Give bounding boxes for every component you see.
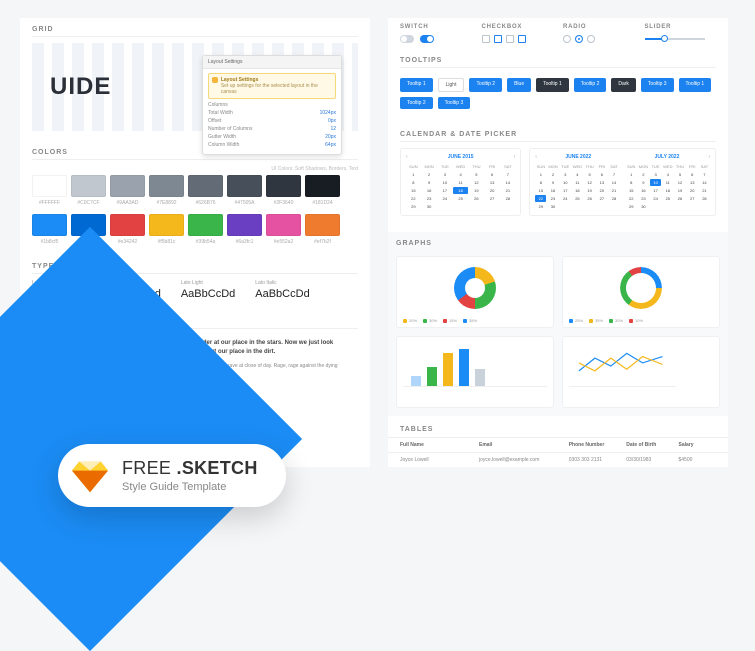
table-cell: joyce.lowell@example.com bbox=[479, 457, 565, 463]
calendar-range[interactable]: ‹JUNE 2022SUNMONTUEWEDTHUFRISAT123456789… bbox=[529, 148, 716, 216]
color-swatch[interactable]: #FFFFFF bbox=[32, 175, 67, 206]
table-header: Email bbox=[479, 442, 565, 448]
bar bbox=[475, 369, 485, 386]
tooltip: Blue bbox=[507, 78, 531, 92]
warning-icon bbox=[212, 77, 218, 83]
color-swatch[interactable]: #2F3640 bbox=[266, 175, 301, 206]
tooltip: Tooltip 2 bbox=[400, 97, 433, 109]
hero-brand: UIDE bbox=[50, 73, 111, 101]
color-swatch[interactable]: #47505A bbox=[227, 175, 262, 206]
panel-header: Layout Settings bbox=[203, 56, 341, 69]
table-header: Date of Birth bbox=[626, 442, 674, 448]
color-swatch[interactable]: #f5b81c bbox=[149, 214, 184, 245]
switch-title: SWITCH bbox=[400, 24, 472, 30]
layout-settings-panel: Layout Settings Layout Settings Set up s… bbox=[202, 55, 342, 155]
slider[interactable] bbox=[645, 35, 717, 43]
cta-pill[interactable]: FREE .SKETCH Style Guide Template bbox=[58, 444, 286, 507]
color-swatch[interactable]: #9AA3AD bbox=[110, 175, 145, 206]
cta-banner: FREE .SKETCH Style Guide Template bbox=[0, 409, 420, 529]
radio[interactable] bbox=[575, 35, 583, 43]
cta-line1: FREE .SKETCH bbox=[122, 458, 258, 479]
radio[interactable] bbox=[587, 35, 595, 43]
tooltip: Tooltip 2 bbox=[574, 78, 607, 92]
table-header: Salary bbox=[679, 442, 717, 448]
color-swatch[interactable]: #ef7b2f bbox=[305, 214, 340, 245]
checkbox[interactable] bbox=[518, 35, 526, 43]
chevron-right-icon[interactable]: › bbox=[514, 154, 516, 160]
bar-chart bbox=[396, 336, 554, 408]
color-swatch[interactable]: #626B76 bbox=[188, 175, 223, 206]
table-cell: $4500 bbox=[679, 457, 717, 463]
calendar-single[interactable]: ‹JUNE 2015› SUNMONTUEWEDTHUFRISAT1234567… bbox=[400, 148, 521, 216]
calendar-title: CALENDAR & DATE PICKER bbox=[400, 131, 716, 142]
color-swatch[interactable]: #e34242 bbox=[110, 214, 145, 245]
color-swatch[interactable]: #1b8cf5 bbox=[32, 214, 67, 245]
warning-banner: Layout Settings Set up settings for the … bbox=[208, 73, 336, 99]
slider-title: SLIDER bbox=[645, 24, 717, 30]
table-cell: 0303 303 2131 bbox=[569, 457, 623, 463]
tooltip: Tooltip 1 bbox=[400, 78, 433, 92]
line-chart bbox=[562, 336, 720, 408]
tooltip: Tooltip 3 bbox=[438, 97, 471, 109]
tooltip: Tooltip 2 bbox=[469, 78, 502, 92]
chevron-left-icon[interactable]: ‹ bbox=[406, 154, 408, 160]
bar bbox=[427, 367, 437, 387]
graphs-title: GRAPHS bbox=[396, 240, 720, 250]
grid-section-title: GRID bbox=[32, 26, 358, 37]
color-swatch[interactable]: #181D24 bbox=[305, 175, 340, 206]
switch-on[interactable] bbox=[420, 35, 434, 43]
color-swatch[interactable]: #7E8892 bbox=[149, 175, 184, 206]
color-swatch[interactable]: #e552a2 bbox=[266, 214, 301, 245]
checkbox[interactable] bbox=[506, 35, 514, 43]
color-swatch[interactable]: #C0C7CF bbox=[71, 175, 106, 206]
chevron-right-icon[interactable]: › bbox=[708, 154, 710, 160]
tables-title: TABLES bbox=[400, 426, 716, 433]
gauge-chart: 25%35%30%10% bbox=[562, 256, 720, 328]
color-swatch[interactable]: #39b54a bbox=[188, 214, 223, 245]
tooltip: Tooltip 1 bbox=[536, 78, 569, 92]
bar bbox=[443, 353, 453, 386]
colors-note: UI Colors: Soft Shadows, Borders, Text bbox=[32, 166, 358, 172]
checkbox-title: CHECKBOX bbox=[482, 24, 554, 30]
bar bbox=[411, 376, 421, 386]
chevron-left-icon[interactable]: ‹ bbox=[535, 154, 537, 160]
tooltips-title: TOOLTIPS bbox=[400, 57, 716, 68]
switch-off[interactable] bbox=[400, 35, 414, 43]
tooltip: Light bbox=[438, 78, 465, 92]
table-header: Phone Number bbox=[569, 442, 623, 448]
tooltip: Tooltip 3 bbox=[641, 78, 674, 92]
checkbox[interactable] bbox=[494, 35, 502, 43]
cta-line2: Style Guide Template bbox=[122, 481, 258, 493]
color-swatch[interactable]: #6a3fc1 bbox=[227, 214, 262, 245]
line-svg bbox=[569, 343, 676, 387]
grid-hero: UIDE Layout Settings Layout Settings Set… bbox=[32, 43, 358, 131]
bar bbox=[459, 349, 469, 386]
pie-chart: 20%30%15%35% bbox=[396, 256, 554, 328]
table-cell: 03/30/1983 bbox=[626, 457, 674, 463]
tooltip: Tooltip 1 bbox=[679, 78, 712, 92]
sketch-icon bbox=[72, 459, 108, 493]
checkbox[interactable] bbox=[482, 35, 490, 43]
radio-title: RADIO bbox=[563, 24, 635, 30]
tooltip: Dark bbox=[611, 78, 636, 92]
radio[interactable] bbox=[563, 35, 571, 43]
